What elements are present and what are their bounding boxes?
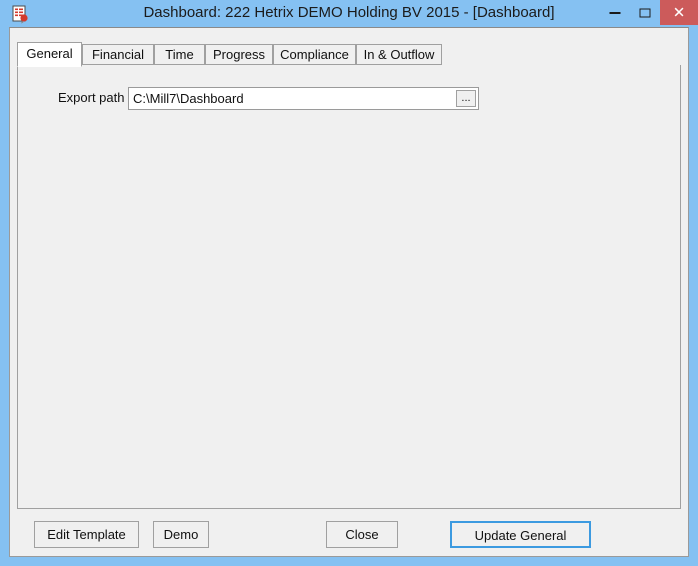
tab-general[interactable]: General (17, 42, 82, 67)
tab-in-and-outflow-label: In & Outflow (363, 47, 435, 62)
tab-progress-label: Progress (212, 47, 266, 62)
export-path-row: Export path ... (18, 87, 682, 111)
export-path-label: Export path (58, 90, 125, 105)
client-area: General Financial Time Progress Complian… (9, 27, 689, 557)
tab-progress[interactable]: Progress (205, 44, 273, 65)
tab-in-and-outflow[interactable]: In & Outflow (356, 44, 442, 65)
update-general-button[interactable]: Update General (450, 521, 591, 548)
application-window: Dashboard: 222 Hetrix DEMO Holding BV 20… (0, 0, 698, 566)
export-path-field-wrapper: ... (128, 87, 479, 110)
tab-time[interactable]: Time (154, 44, 205, 65)
tab-time-label: Time (165, 47, 194, 62)
tab-financial[interactable]: Financial (82, 44, 154, 65)
tab-strip: General Financial Time Progress Complian… (17, 42, 681, 67)
browse-folder-button[interactable]: ... (456, 90, 476, 107)
close-dialog-button[interactable]: Close (326, 521, 398, 548)
demo-button[interactable]: Demo (153, 521, 209, 548)
close-window-button[interactable]: ✕ (660, 0, 698, 25)
title-bar: Dashboard: 222 Hetrix DEMO Holding BV 20… (0, 0, 698, 27)
window-title: Dashboard: 222 Hetrix DEMO Holding BV 20… (143, 4, 555, 21)
export-path-input[interactable] (129, 88, 456, 109)
tab-general-label: General (26, 46, 73, 61)
tab-financial-label: Financial (91, 47, 145, 62)
tab-compliance-label: Compliance (280, 47, 349, 62)
edit-template-button[interactable]: Edit Template (34, 521, 139, 548)
maximize-icon (639, 8, 651, 17)
tab-compliance[interactable]: Compliance (273, 44, 356, 65)
minimize-icon (609, 11, 621, 14)
tab-panel-general: Export path ... (17, 65, 681, 509)
close-icon: ✕ (672, 4, 686, 21)
maximize-button[interactable] (630, 0, 660, 25)
minimize-button[interactable] (600, 0, 630, 25)
